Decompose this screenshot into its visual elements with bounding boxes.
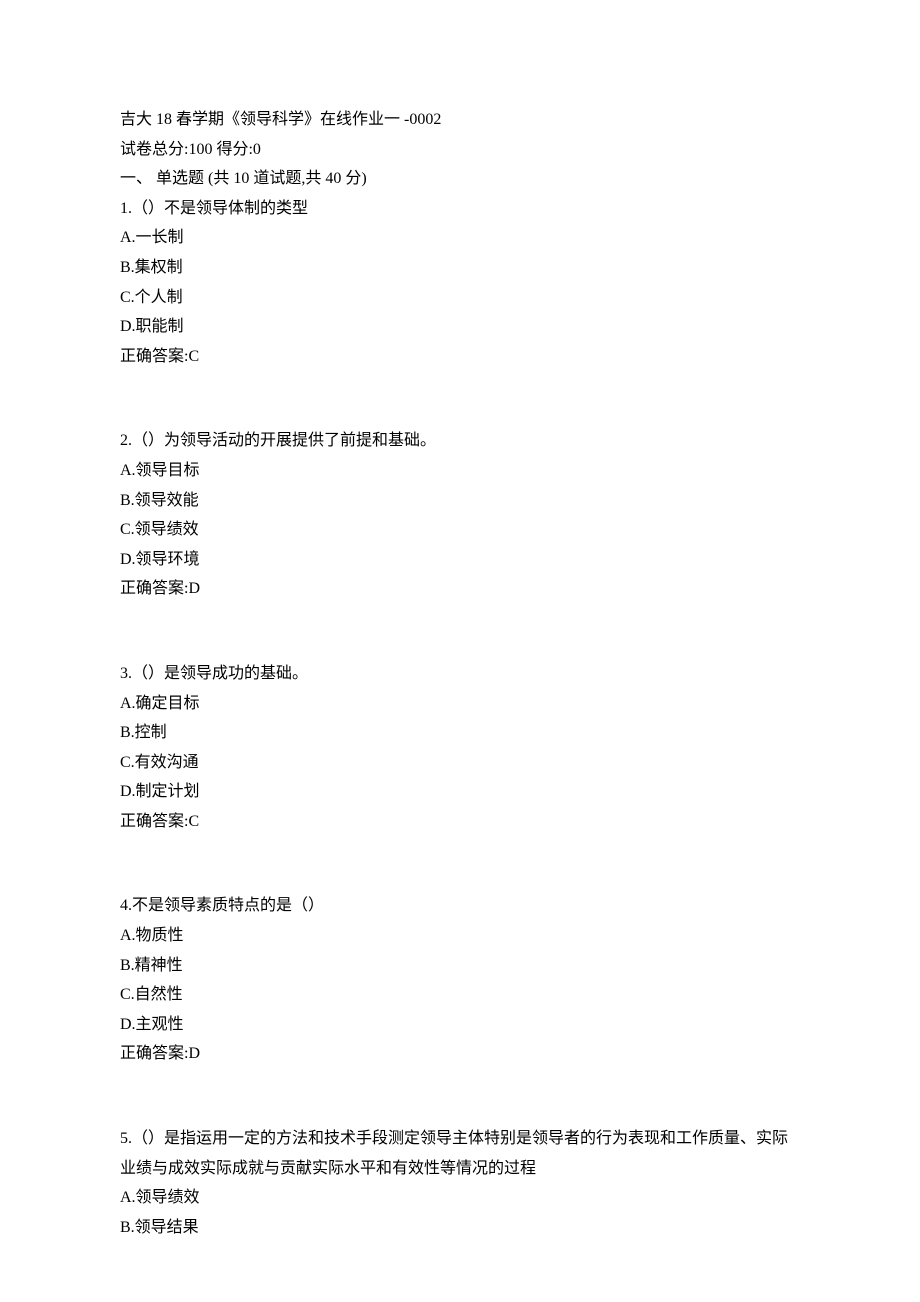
question-option: D.主观性 bbox=[120, 1010, 800, 1040]
question-option: A.领导绩效 bbox=[120, 1183, 800, 1213]
question-option: C.自然性 bbox=[120, 980, 800, 1010]
question-stem: 2.（）为领导活动的开展提供了前提和基础。 bbox=[120, 426, 800, 456]
question-option: A.确定目标 bbox=[120, 689, 800, 719]
question-option: B.领导效能 bbox=[120, 486, 800, 516]
question-option: B.精神性 bbox=[120, 951, 800, 981]
question-option: C.个人制 bbox=[120, 283, 800, 313]
question-option: D.制定计划 bbox=[120, 777, 800, 807]
question-stem: 3.（）是领导成功的基础。 bbox=[120, 659, 800, 689]
question-answer: 正确答案:D bbox=[120, 574, 800, 604]
question-option: B.集权制 bbox=[120, 253, 800, 283]
question-option: D.职能制 bbox=[120, 312, 800, 342]
question-block: 3.（）是领导成功的基础。A.确定目标B.控制C.有效沟通D.制定计划正确答案:… bbox=[120, 659, 800, 837]
question-option: A.物质性 bbox=[120, 921, 800, 951]
document-page: 吉大 18 春学期《领导科学》在线作业一 -0002 试卷总分:100 得分:0… bbox=[0, 0, 920, 1302]
question-answer: 正确答案:C bbox=[120, 342, 800, 372]
question-option: D.领导环境 bbox=[120, 545, 800, 575]
question-option: C.有效沟通 bbox=[120, 748, 800, 778]
question-option: A.领导目标 bbox=[120, 456, 800, 486]
question-answer: 正确答案:C bbox=[120, 807, 800, 837]
question-option: B.领导结果 bbox=[120, 1213, 800, 1243]
question-stem: 1.（）不是领导体制的类型 bbox=[120, 194, 800, 224]
question-option: C.领导绩效 bbox=[120, 515, 800, 545]
score-line: 试卷总分:100 得分:0 bbox=[120, 135, 800, 165]
document-title: 吉大 18 春学期《领导科学》在线作业一 -0002 bbox=[120, 105, 800, 135]
section-title: 一、 单选题 (共 10 道试题,共 40 分) bbox=[120, 164, 800, 194]
question-block: 5.（）是指运用一定的方法和技术手段测定领导主体特别是领导者的行为表现和工作质量… bbox=[120, 1124, 800, 1242]
question-block: 1.（）不是领导体制的类型A.一长制B.集权制C.个人制D.职能制正确答案:C bbox=[120, 194, 800, 372]
question-stem: 4.不是领导素质特点的是（） bbox=[120, 891, 800, 921]
question-block: 4.不是领导素质特点的是（）A.物质性B.精神性C.自然性D.主观性正确答案:D bbox=[120, 891, 800, 1069]
question-block: 2.（）为领导活动的开展提供了前提和基础。A.领导目标B.领导效能C.领导绩效D… bbox=[120, 426, 800, 604]
question-answer: 正确答案:D bbox=[120, 1039, 800, 1069]
question-option: B.控制 bbox=[120, 718, 800, 748]
question-stem: 5.（）是指运用一定的方法和技术手段测定领导主体特别是领导者的行为表现和工作质量… bbox=[120, 1124, 800, 1183]
question-option: A.一长制 bbox=[120, 223, 800, 253]
questions-container: 1.（）不是领导体制的类型A.一长制B.集权制C.个人制D.职能制正确答案:C2… bbox=[120, 194, 800, 1243]
